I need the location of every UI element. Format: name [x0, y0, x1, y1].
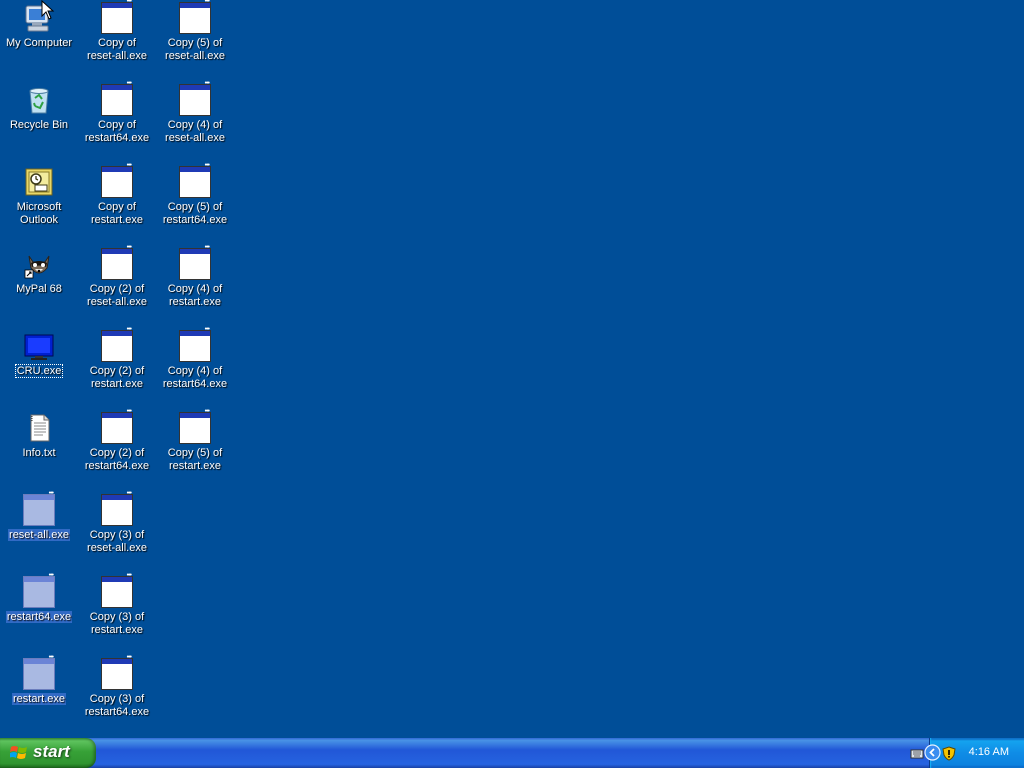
icon-label-line2: restart.exe — [91, 624, 143, 636]
icon-label-line1: Copy (2) of — [89, 447, 145, 459]
icon-label-line1: Copy (5) of — [167, 37, 223, 49]
copy2-restart-item[interactable]: Copy (2) ofrestart.exe — [78, 326, 156, 408]
icon-label-line2: restart.exe — [169, 460, 221, 472]
icon-label-line2: restart.exe — [91, 214, 143, 226]
icon-label-line1: Copy (3) of — [89, 529, 145, 541]
copy4-restart-item[interactable]: Copy (4) ofrestart.exe — [156, 244, 234, 326]
outlook-item[interactable]: Microsoft Outlook — [0, 164, 78, 244]
monitor-icon — [24, 334, 54, 360]
outlook-icon — [25, 168, 53, 196]
application-window-icon — [101, 80, 133, 116]
application-window-icon — [101, 490, 133, 526]
mouse-pointer-icon — [41, 0, 55, 20]
info-txt-item[interactable]: Info.txt — [0, 410, 78, 490]
keyboard-icon[interactable] — [910, 746, 924, 760]
application-window-icon — [23, 654, 55, 690]
icon-label-line2: restart64.exe — [84, 460, 150, 472]
reset-all-exe-item[interactable]: reset-all.exe — [0, 490, 78, 572]
mypal-raccoon-icon — [24, 255, 50, 279]
icon-label-line2: restart.exe — [169, 296, 221, 308]
icon-label-line1: Copy (3) of — [89, 693, 145, 705]
copy3-restart64-item[interactable]: Copy (3) ofrestart64.exe — [78, 654, 156, 736]
info-txt-label: Info.txt — [22, 447, 56, 459]
security-shield-icon[interactable] — [942, 746, 956, 761]
application-window-icon — [23, 490, 55, 526]
restart-exe-label: restart.exe — [12, 693, 66, 705]
windows-logo-icon — [10, 746, 27, 759]
clock[interactable]: 4:16 AM — [969, 746, 1009, 758]
restart-exe-item[interactable]: restart.exe — [0, 654, 78, 736]
icon-label-line2: reset-all.exe — [87, 296, 147, 308]
copy3-restart-item[interactable]: Copy (3) ofrestart.exe — [78, 572, 156, 654]
icon-label-line1: Copy (3) of — [89, 611, 145, 623]
application-window-icon — [101, 162, 133, 198]
mypal-label: MyPal 68 — [16, 283, 62, 295]
copy5-restart64-item[interactable]: Copy (5) ofrestart64.exe — [156, 162, 234, 244]
system-tray: 4:16 AM — [910, 738, 1024, 768]
application-window-icon — [179, 408, 211, 444]
application-window-icon — [179, 244, 211, 280]
copy-restart-item[interactable]: Copy ofrestart.exe — [78, 162, 156, 244]
recycle-bin-icon — [29, 88, 49, 114]
icon-label-line1: Copy of — [98, 201, 136, 213]
copy4-reset-all-item[interactable]: Copy (4) ofreset-all.exe — [156, 80, 234, 162]
copy3-reset-all-item[interactable]: Copy (3) ofreset-all.exe — [78, 490, 156, 572]
copy4-restart64-item[interactable]: Copy (4) ofrestart64.exe — [156, 326, 234, 408]
icon-label-line2: restart64.exe — [162, 378, 228, 390]
application-window-icon — [101, 326, 133, 362]
outlook-label-line2: Outlook — [20, 214, 58, 226]
application-window-icon — [179, 80, 211, 116]
application-window-icon — [101, 572, 133, 608]
recycle-bin-label: Recycle Bin — [9, 119, 69, 131]
icon-label-line1: Copy (4) of — [167, 365, 223, 377]
copy2-reset-all-item[interactable]: Copy (2) ofreset-all.exe — [78, 244, 156, 326]
start-button[interactable]: start — [0, 738, 96, 768]
application-window-icon — [101, 244, 133, 280]
application-window-icon — [179, 326, 211, 362]
application-window-icon — [101, 654, 133, 690]
icon-label-line1: Copy (4) of — [167, 119, 223, 131]
icon-label-line2: reset-all.exe — [165, 50, 225, 62]
recycle-bin-item[interactable]: Recycle Bin — [0, 82, 78, 162]
restart64-exe-item[interactable]: restart64.exe — [0, 572, 78, 654]
icon-label-line2: restart64.exe — [162, 214, 228, 226]
icon-label-line1: Copy (2) of — [89, 283, 145, 295]
icon-label-line1: Copy of — [98, 37, 136, 49]
desktop[interactable]: My Computer Recycle Bin Microsoft Outloo… — [0, 0, 1024, 738]
icon-label-line2: restart64.exe — [84, 706, 150, 718]
copy5-restart-item[interactable]: Copy (5) ofrestart.exe — [156, 408, 234, 490]
application-window-icon — [179, 162, 211, 198]
application-window-icon — [101, 408, 133, 444]
icon-label-line1: Copy (4) of — [167, 283, 223, 295]
icon-label-line2: reset-all.exe — [165, 132, 225, 144]
icon-label-line2: reset-all.exe — [87, 542, 147, 554]
application-window-icon — [101, 0, 133, 34]
cru-exe-label: CRU.exe — [14, 364, 64, 378]
copy-reset-all-item[interactable]: Copy ofreset-all.exe — [78, 0, 156, 80]
icon-label-line1: Copy of — [98, 119, 136, 131]
taskbar: start 4:16 AM — [0, 738, 1024, 768]
copy5-reset-all-item[interactable]: Copy (5) ofreset-all.exe — [156, 0, 234, 80]
icon-label-line2: restart.exe — [91, 378, 143, 390]
start-label: start — [33, 742, 70, 761]
my-computer-icon-item[interactable]: My Computer — [0, 0, 78, 80]
icon-label-line2: reset-all.exe — [87, 50, 147, 62]
restart64-exe-label: restart64.exe — [5, 611, 73, 623]
text-document-icon — [30, 414, 50, 442]
outlook-label-line1: Microsoft — [16, 201, 62, 213]
application-window-icon — [179, 0, 211, 34]
copy2-restart64-item[interactable]: Copy (2) ofrestart64.exe — [78, 408, 156, 490]
cru-exe-item[interactable]: CRU.exe — [0, 328, 78, 408]
show-hidden-icons-chevron-icon[interactable] — [924, 744, 941, 761]
reset-all-exe-label: reset-all.exe — [8, 529, 70, 541]
icon-label-line1: Copy (2) of — [89, 365, 145, 377]
icon-label-line1: Copy (5) of — [167, 201, 223, 213]
icon-label-line2: restart64.exe — [84, 132, 150, 144]
mypal-item[interactable]: MyPal 68 — [0, 246, 78, 326]
copy-restart64-item[interactable]: Copy ofrestart64.exe — [78, 80, 156, 162]
icon-label-line1: Copy (5) of — [167, 447, 223, 459]
my-computer-label: My Computer — [5, 37, 73, 49]
application-window-icon — [23, 572, 55, 608]
